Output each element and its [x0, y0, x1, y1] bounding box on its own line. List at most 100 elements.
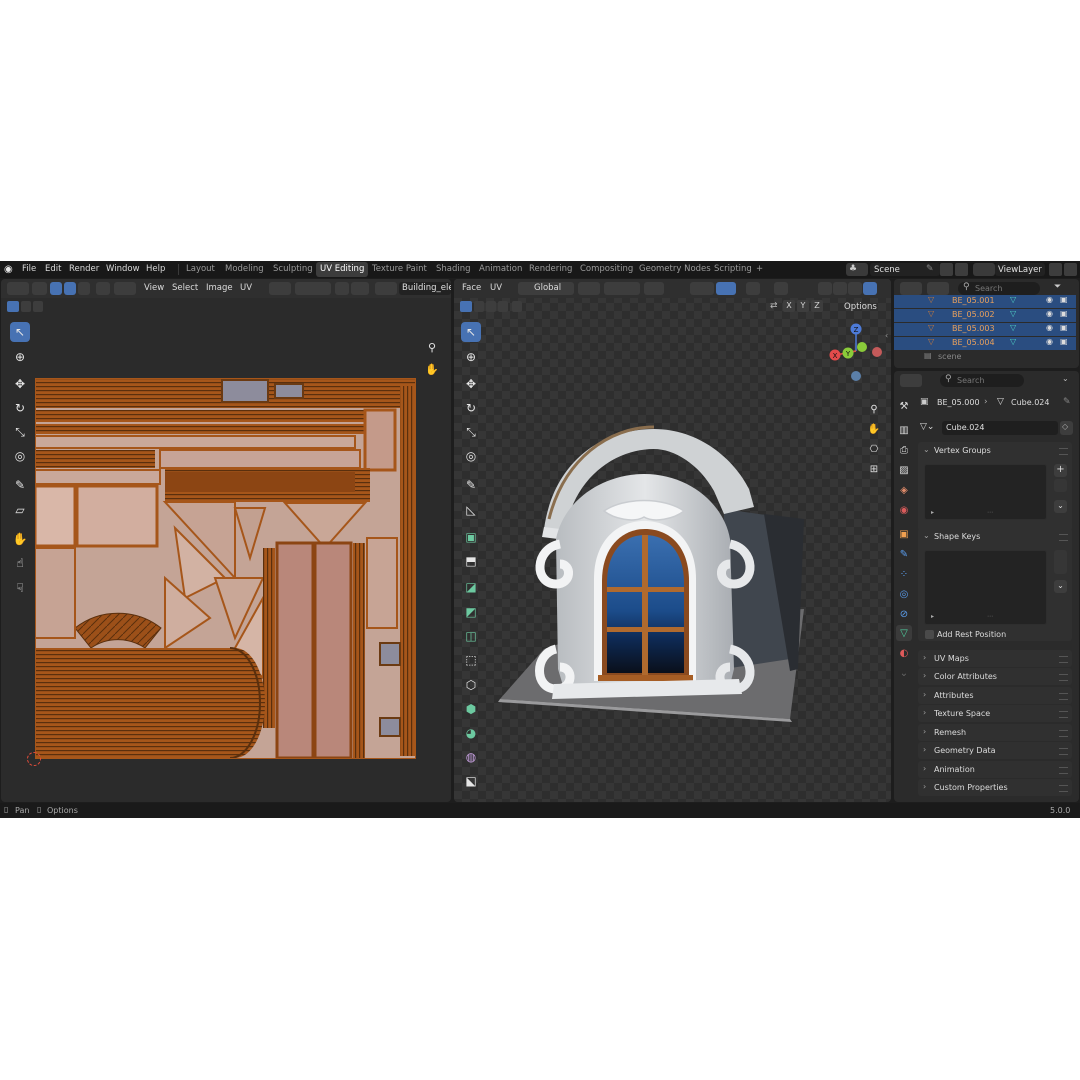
mesh-name-field[interactable]: Cube.024 [942, 421, 1058, 435]
particles-tab-icon[interactable]: ⁘ [896, 566, 912, 582]
solid-shading[interactable] [833, 282, 847, 295]
proportional-edit-toggle[interactable] [644, 282, 664, 295]
breadcrumb-object[interactable]: BE_05.000 [937, 398, 980, 407]
wireframe-shading[interactable] [818, 282, 832, 295]
sync-selection-toggle[interactable] [32, 282, 47, 295]
vp-select-intersect-mode[interactable] [512, 301, 522, 312]
panel-grip-icon[interactable] [1059, 711, 1068, 718]
menu-window[interactable]: Window [106, 264, 140, 274]
shape-keys-list[interactable]: ▸ ⋯ [924, 550, 1047, 625]
select-subtract-mode[interactable] [33, 301, 43, 312]
pin-icon[interactable]: ✎ [926, 264, 934, 274]
vp-select-invert-mode[interactable] [498, 301, 508, 312]
uv-menu-view[interactable]: View [144, 283, 164, 293]
vp-pan-hand-icon[interactable]: ✋ [866, 421, 882, 437]
vp-select-box-mode[interactable] [460, 301, 472, 312]
axis-z-toggle[interactable]: Z [811, 300, 823, 312]
output-tab-icon[interactable]: ⎙ [896, 442, 912, 458]
constraints-tab-icon[interactable]: ⊘ [896, 606, 912, 622]
viewport-menu-face[interactable]: Face [462, 283, 481, 293]
attributes-panel[interactable]: › Attributes [918, 687, 1072, 704]
list-expand-icon[interactable]: ▸ [931, 613, 934, 620]
tab-modeling[interactable]: Modeling [221, 262, 268, 277]
properties-search-input[interactable]: ⚲ Search [940, 374, 1024, 387]
perspective-toggle-icon[interactable]: ⊞ [866, 461, 882, 477]
vp-cursor-tool[interactable]: ⊕ [461, 347, 481, 367]
outliner-row[interactable]: ▽ BE_05.001 ▽ ◉ ▣ [894, 295, 1076, 308]
breadcrumb-mesh[interactable]: Cube.024 [1011, 398, 1049, 407]
menu-render[interactable]: Render [69, 264, 99, 274]
pivot-dropdown[interactable] [269, 282, 291, 295]
outliner-editor-type[interactable] [900, 282, 922, 295]
properties-editor-type[interactable] [900, 374, 922, 387]
annotate-tool[interactable]: ✎ [10, 475, 30, 495]
pivot-point-dropdown[interactable] [578, 282, 600, 295]
viewlayer-selector-button[interactable] [973, 263, 995, 276]
axis-y-toggle[interactable]: Y [797, 300, 809, 312]
render-camera-icon[interactable]: ▣ [1060, 295, 1068, 304]
dormer-window-render[interactable] [494, 419, 814, 749]
rip-tool[interactable]: ▱ [10, 500, 30, 520]
tab-rendering[interactable]: Rendering [525, 262, 576, 277]
chevron-down-icon[interactable]: ⌄ [1062, 374, 1069, 383]
animation-panel[interactable]: › Animation [918, 761, 1072, 778]
poly-build-tool[interactable]: ⬡ [461, 675, 481, 695]
add-cube-tool[interactable]: ▣ [461, 527, 481, 547]
edge-select-mode[interactable] [64, 282, 76, 295]
tab-animation[interactable]: Animation [475, 262, 526, 277]
vp-annotate-tool[interactable]: ✎ [461, 475, 481, 495]
uv-canvas[interactable] [35, 378, 416, 759]
proportional-toggle[interactable] [335, 282, 349, 295]
knife-tool[interactable]: ⬚ [461, 650, 481, 670]
vp-scale-tool[interactable]: ⤡ [461, 422, 481, 442]
vp-measure-tool[interactable]: ◺ [461, 500, 481, 520]
list-resize-grip-icon[interactable]: ⋯ [987, 613, 993, 620]
xray-toggle[interactable] [774, 282, 788, 295]
camera-view-icon[interactable]: ⎔ [866, 441, 882, 457]
list-expand-icon[interactable]: ▸ [931, 509, 934, 516]
remove-vertex-group-button[interactable] [1054, 479, 1067, 492]
menu-help[interactable]: Help [146, 264, 165, 274]
visibility-eye-icon[interactable]: ◉ [1046, 337, 1053, 346]
render-tab-icon[interactable]: ▥ [896, 422, 912, 438]
visibility-eye-icon[interactable]: ◉ [1046, 309, 1053, 318]
panel-grip-icon[interactable] [1059, 674, 1068, 681]
color-attributes-panel[interactable]: › Color Attributes [918, 668, 1072, 685]
shear-tool[interactable]: ⬕ [461, 771, 481, 791]
smooth-tool[interactable]: ◕ [461, 723, 481, 743]
texture-space-panel[interactable]: › Texture Space [918, 705, 1072, 722]
physics-tab-icon[interactable]: ◎ [896, 586, 912, 602]
remesh-panel[interactable]: › Remesh [918, 724, 1072, 741]
visibility-eye-icon[interactable]: ◉ [1046, 323, 1053, 332]
more-tabs-chevron-icon[interactable]: ⌄ [896, 665, 912, 681]
vp-select-box-tool[interactable]: ↖ [461, 322, 481, 342]
render-camera-icon[interactable]: ▣ [1060, 309, 1068, 318]
display-mode-dropdown[interactable] [927, 282, 949, 295]
uv-menu-select[interactable]: Select [172, 283, 198, 293]
uv-2d-cursor-icon[interactable] [27, 752, 41, 766]
pin-icon[interactable]: ✎ [1063, 397, 1071, 407]
panel-expanded-chevron-icon[interactable]: ⌄ [923, 445, 930, 454]
object-tab-icon[interactable]: ▣ [896, 526, 912, 542]
uv-menu-image[interactable]: Image [206, 283, 233, 293]
relax-tool[interactable]: ☝ [10, 553, 30, 573]
pan-hand-icon[interactable]: ✋ [424, 361, 440, 377]
loop-cut-tool[interactable]: ◫ [461, 626, 481, 646]
vp-move-tool[interactable]: ✥ [461, 374, 481, 394]
navigation-gizmo[interactable]: Z Y X [826, 321, 886, 383]
select-box-mode[interactable] [7, 301, 19, 312]
add-rest-position-checkbox[interactable] [925, 630, 934, 639]
visibility-eye-icon[interactable]: ◉ [1046, 295, 1053, 304]
panel-grip-icon[interactable] [1059, 534, 1068, 541]
uv-maps-panel[interactable]: › UV Maps [918, 650, 1072, 667]
view-layer-tab-icon[interactable]: ▨ [896, 462, 912, 478]
panel-grip-icon[interactable] [1059, 656, 1068, 663]
tab-layout[interactable]: Layout [182, 262, 219, 277]
visibility-dropdown[interactable] [690, 282, 714, 295]
viewport-options-button[interactable]: Options [844, 302, 877, 312]
new-viewlayer-button[interactable] [1049, 263, 1062, 276]
panel-grip-icon[interactable] [1059, 767, 1068, 774]
face-select-mode[interactable] [78, 282, 90, 295]
scale-tool[interactable]: ⤡ [10, 422, 30, 442]
modifiers-tab-icon[interactable]: ✎ [896, 546, 912, 562]
